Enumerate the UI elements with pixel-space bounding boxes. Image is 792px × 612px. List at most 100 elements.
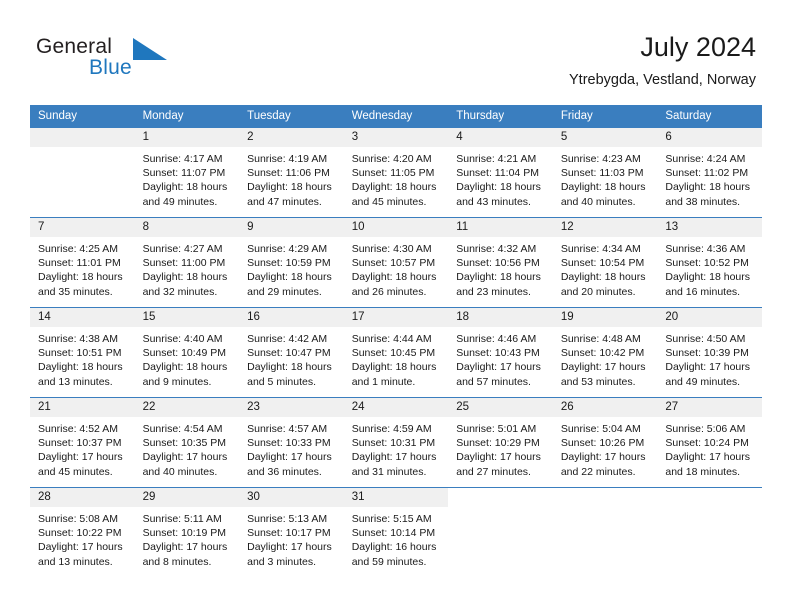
calendar-cell-day-28[interactable]: 28 Sunrise: 5:08 AM Sunset: 10:22 PM Daylig… bbox=[30, 487, 135, 578]
calendar-page: General Blue July 2024 Ytrebygda, Vestla… bbox=[0, 0, 792, 612]
calendar-cell-day-9[interactable]: 9 Sunrise: 4:29 AM Sunset: 10:59 PM Dayligh… bbox=[239, 217, 344, 308]
calendar-cell-day-27[interactable]: 27 Sunrise: 5:06 AM Sunset: 10:24 PM Daylig… bbox=[657, 397, 762, 488]
calendar-cell-day-25[interactable]: 25 Sunrise: 5:01 AM Sunset: 10:29 PM Daylig… bbox=[448, 397, 553, 488]
day-detail-line: Sunset: 11:07 PM bbox=[142, 167, 226, 180]
day-detail-line: Sunset: 10:14 PM bbox=[351, 527, 436, 540]
day-details: Sunrise: 5:15 AM Sunset: 10:14 PM Daylight… bbox=[344, 507, 449, 569]
calendar-cell-day-31[interactable]: 31 Sunrise: 5:15 AM Sunset: 10:14 PM Daylig… bbox=[343, 487, 449, 578]
calendar-week-row: 21 Sunrise: 4:52 AM Sunset: 10:37 PM Daylig… bbox=[30, 397, 762, 488]
calendar-cell-day-3[interactable]: 3 Sunrise: 4:20 AM Sunset: 11:05 PM Dayligh… bbox=[343, 127, 449, 218]
calendar-cell-day-30[interactable]: 30 Sunrise: 5:13 AM Sunset: 10:17 PM Daylig… bbox=[239, 487, 344, 578]
day-details: Sunrise: 4:52 AM Sunset: 10:37 PM Daylight… bbox=[30, 417, 135, 479]
weekday-header-friday: Friday bbox=[552, 105, 658, 128]
day-detail-line: Sunrise: 4:38 AM bbox=[38, 333, 118, 345]
calendar-cell-day-21[interactable]: 21 Sunrise: 4:52 AM Sunset: 10:37 PM Daylig… bbox=[30, 397, 135, 488]
day-detail-line: Sunrise: 4:36 AM bbox=[665, 243, 746, 255]
day-detail-line: Sunrise: 5:08 AM bbox=[38, 513, 118, 525]
calendar-cell-day-22[interactable]: 22 Sunrise: 4:54 AM Sunset: 10:35 PM Daylig… bbox=[134, 397, 240, 488]
day-detail-line: Sunset: 10:29 PM bbox=[456, 437, 540, 450]
day-detail-line: Daylight: 18 hours bbox=[38, 271, 123, 284]
calendar-cell-day-16[interactable]: 16 Sunrise: 4:42 AM Sunset: 10:47 PM Daylig… bbox=[239, 307, 344, 398]
day-details: Sunrise: 4:59 AM Sunset: 10:31 PM Daylight… bbox=[344, 417, 449, 479]
calendar-cell-day-26[interactable]: 26 Sunrise: 5:04 AM Sunset: 10:26 PM Daylig… bbox=[552, 397, 658, 488]
calendar-week-row: 1 Sunrise: 4:17 AM Sunset: 11:07 PM Dayligh… bbox=[30, 127, 762, 218]
brand-logo[interactable]: General Blue bbox=[36, 35, 186, 83]
day-detail-line: Sunrise: 4:20 AM bbox=[351, 153, 432, 165]
day-details: Sunrise: 4:24 AM Sunset: 11:02 PM Daylight… bbox=[657, 147, 762, 209]
day-detail-line: Sunset: 10:39 PM bbox=[665, 347, 749, 360]
day-detail-line: Daylight: 18 hours bbox=[351, 361, 437, 374]
calendar-cell-day-12[interactable]: 12 Sunrise: 4:34 AM Sunset: 10:54 PM Daylig… bbox=[552, 217, 658, 308]
calendar-cell-day-14[interactable]: 14 Sunrise: 4:38 AM Sunset: 10:51 PM Daylig… bbox=[30, 307, 135, 398]
day-detail-line: Sunrise: 4:24 AM bbox=[665, 153, 746, 165]
day-details: Sunrise: 4:32 AM Sunset: 10:56 PM Daylight… bbox=[448, 237, 553, 299]
day-detail-line: Daylight: 18 hours bbox=[456, 181, 541, 194]
day-detail-line: Daylight: 17 hours bbox=[142, 541, 228, 554]
day-detail-line: and 49 minutes. bbox=[142, 195, 218, 208]
day-detail-line: and 43 minutes. bbox=[456, 195, 531, 208]
day-detail-line: and 45 minutes. bbox=[38, 465, 113, 478]
calendar-cell-day-18[interactable]: 18 Sunrise: 4:46 AM Sunset: 10:43 PM Daylig… bbox=[448, 307, 553, 398]
calendar-cell-day-19[interactable]: 19 Sunrise: 4:48 AM Sunset: 10:42 PM Daylig… bbox=[552, 307, 658, 398]
calendar-cell-day-13[interactable]: 13 Sunrise: 4:36 AM Sunset: 10:52 PM Daylig… bbox=[657, 217, 762, 308]
day-detail-line: Sunset: 11:00 PM bbox=[142, 257, 226, 270]
day-number: 16 bbox=[239, 308, 344, 327]
calendar-cell-day-4[interactable]: 4 Sunrise: 4:21 AM Sunset: 11:04 PM Dayligh… bbox=[448, 127, 553, 218]
weekday-header-wednesday: Wednesday bbox=[343, 105, 449, 128]
calendar-cell-day-7[interactable]: 7 Sunrise: 4:25 AM Sunset: 11:01 PM Dayligh… bbox=[30, 217, 135, 308]
day-detail-line: Daylight: 17 hours bbox=[665, 361, 751, 374]
day-details: Sunrise: 4:29 AM Sunset: 10:59 PM Daylight… bbox=[239, 237, 344, 299]
day-details: Sunrise: 5:04 AM Sunset: 10:26 PM Daylight… bbox=[553, 417, 658, 479]
day-number: 1 bbox=[134, 128, 240, 147]
calendar-cell-day-17[interactable]: 17 Sunrise: 4:44 AM Sunset: 10:45 PM Daylig… bbox=[343, 307, 449, 398]
day-detail-line: and 59 minutes. bbox=[351, 555, 427, 568]
calendar-cell-day-15[interactable]: 15 Sunrise: 4:40 AM Sunset: 10:49 PM Daylig… bbox=[134, 307, 240, 398]
day-detail-line: Sunset: 10:54 PM bbox=[560, 257, 645, 270]
day-detail-line: Daylight: 18 hours bbox=[142, 271, 228, 284]
page-title: July 2024 bbox=[640, 32, 756, 62]
calendar-cell-day-23[interactable]: 23 Sunrise: 4:57 AM Sunset: 10:33 PM Daylig… bbox=[239, 397, 344, 488]
day-details: Sunrise: 5:06 AM Sunset: 10:24 PM Daylight… bbox=[657, 417, 762, 479]
calendar-cell-day-6[interactable]: 6 Sunrise: 4:24 AM Sunset: 11:02 PM Dayligh… bbox=[657, 127, 762, 218]
day-detail-line: and 26 minutes. bbox=[351, 285, 427, 298]
calendar-cell-day-11[interactable]: 11 Sunrise: 4:32 AM Sunset: 10:56 PM Daylig… bbox=[448, 217, 553, 308]
calendar-cell-day-8[interactable]: 8 Sunrise: 4:27 AM Sunset: 11:00 PM Dayligh… bbox=[134, 217, 240, 308]
day-detail-line: Sunrise: 4:42 AM bbox=[247, 333, 328, 345]
day-detail-line: and 22 minutes. bbox=[560, 465, 636, 478]
day-detail-line: Sunrise: 4:25 AM bbox=[38, 243, 118, 255]
calendar-cell-day-5[interactable]: 5 Sunrise: 4:23 AM Sunset: 11:03 PM Dayligh… bbox=[552, 127, 658, 218]
day-detail-line: Sunset: 10:31 PM bbox=[351, 437, 436, 450]
day-number bbox=[30, 128, 135, 147]
day-detail-line: Sunrise: 4:57 AM bbox=[247, 423, 328, 435]
day-details: Sunrise: 4:23 AM Sunset: 11:03 PM Daylight… bbox=[553, 147, 658, 209]
day-detail-line: Daylight: 18 hours bbox=[665, 181, 751, 194]
day-number: 28 bbox=[30, 488, 135, 507]
day-detail-line: Daylight: 17 hours bbox=[142, 451, 228, 464]
day-details: Sunrise: 4:17 AM Sunset: 11:07 PM Daylight… bbox=[135, 147, 240, 209]
day-detail-line: and 40 minutes. bbox=[142, 465, 218, 478]
day-detail-line: and 57 minutes. bbox=[456, 375, 531, 388]
calendar-cell-day-24[interactable]: 24 Sunrise: 4:59 AM Sunset: 10:31 PM Daylig… bbox=[343, 397, 449, 488]
triangle-logo-icon bbox=[133, 38, 167, 60]
day-number: 9 bbox=[239, 218, 344, 237]
calendar-cell-day-10[interactable]: 10 Sunrise: 4:30 AM Sunset: 10:57 PM Daylig… bbox=[343, 217, 449, 308]
day-detail-line: Sunset: 11:06 PM bbox=[247, 167, 330, 180]
day-detail-line: Sunset: 10:52 PM bbox=[665, 257, 749, 270]
calendar-cell-day-29[interactable]: 29 Sunrise: 5:11 AM Sunset: 10:19 PM Daylig… bbox=[134, 487, 240, 578]
day-detail-line: Sunrise: 5:06 AM bbox=[665, 423, 746, 435]
calendar-cell-day-1[interactable]: 1 Sunrise: 4:17 AM Sunset: 11:07 PM Dayligh… bbox=[134, 127, 240, 218]
day-detail-line: Sunset: 11:05 PM bbox=[351, 167, 435, 180]
day-detail-line: and 13 minutes. bbox=[38, 375, 113, 388]
day-detail-line: Sunrise: 4:21 AM bbox=[456, 153, 537, 165]
calendar-cell-day-2[interactable]: 2 Sunrise: 4:19 AM Sunset: 11:06 PM Dayligh… bbox=[239, 127, 344, 218]
day-detail-line: Sunset: 10:42 PM bbox=[560, 347, 645, 360]
day-number: 17 bbox=[343, 308, 449, 327]
day-detail-line: Daylight: 18 hours bbox=[142, 181, 228, 194]
day-number: 11 bbox=[448, 218, 553, 237]
day-detail-line: Sunrise: 4:48 AM bbox=[560, 333, 641, 345]
day-detail-line: Daylight: 17 hours bbox=[38, 541, 123, 554]
day-detail-line: and 35 minutes. bbox=[38, 285, 113, 298]
day-detail-line: Sunrise: 5:15 AM bbox=[351, 513, 432, 525]
day-number: 30 bbox=[239, 488, 344, 507]
calendar-cell-day-20[interactable]: 20 Sunrise: 4:50 AM Sunset: 10:39 PM Daylig… bbox=[657, 307, 762, 398]
